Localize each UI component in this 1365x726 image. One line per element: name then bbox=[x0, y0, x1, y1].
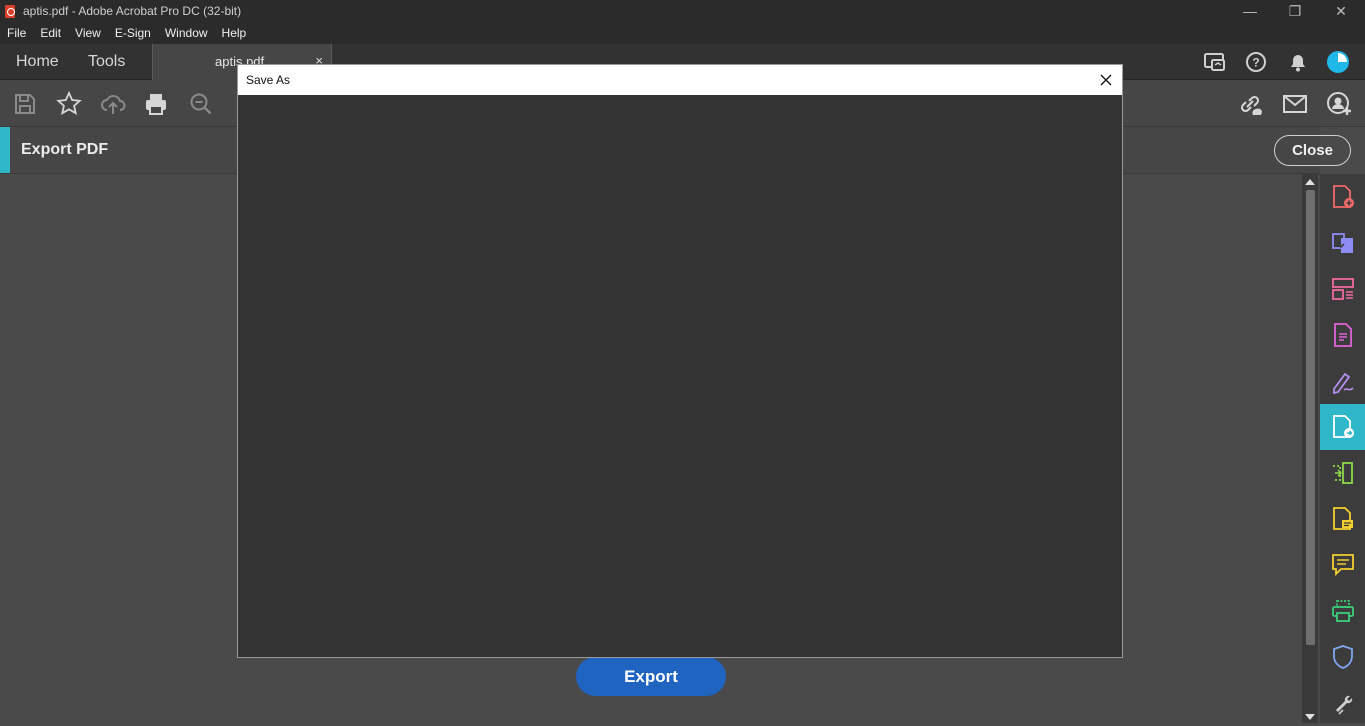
star-icon[interactable] bbox=[56, 91, 82, 117]
close-tool-button[interactable]: Close bbox=[1274, 135, 1351, 166]
menu-window[interactable]: Window bbox=[165, 26, 208, 40]
menu-esign[interactable]: E-Sign bbox=[115, 26, 151, 40]
restore-button[interactable]: ❐ bbox=[1272, 0, 1318, 22]
menu-view[interactable]: View bbox=[75, 26, 101, 40]
upload-cloud-icon[interactable] bbox=[100, 91, 126, 117]
title-bar: aptis.pdf - Adobe Acrobat Pro DC (32-bit… bbox=[0, 0, 1365, 22]
tab-home[interactable]: Home bbox=[16, 44, 59, 80]
tools-wrench-icon[interactable] bbox=[1320, 680, 1365, 726]
export-pdf-title: Export PDF bbox=[21, 141, 109, 158]
accent-bar bbox=[0, 127, 10, 173]
dialog-close-icon[interactable] bbox=[1095, 69, 1117, 91]
link-icon[interactable] bbox=[1237, 91, 1263, 117]
dialog-title: Save As bbox=[246, 73, 291, 87]
print-icon[interactable] bbox=[143, 91, 169, 117]
create-pdf-icon[interactable] bbox=[1320, 174, 1365, 220]
avatar[interactable] bbox=[1325, 50, 1351, 74]
add-user-icon[interactable] bbox=[1326, 91, 1352, 117]
menu-file[interactable]: File bbox=[7, 26, 26, 40]
menu-edit[interactable]: Edit bbox=[40, 26, 61, 40]
export-pdf-icon[interactable] bbox=[1320, 404, 1365, 450]
edit-pdf-icon[interactable] bbox=[1320, 312, 1365, 358]
bell-icon[interactable] bbox=[1285, 50, 1311, 74]
help-icon[interactable]: ? bbox=[1243, 50, 1269, 74]
share-screen-icon[interactable] bbox=[1202, 50, 1228, 74]
zoom-icon[interactable] bbox=[188, 91, 214, 117]
menu-bar: File Edit View E-Sign Window Help bbox=[0, 22, 1365, 44]
save-icon[interactable] bbox=[12, 91, 38, 117]
tab-tools[interactable]: Tools bbox=[88, 44, 125, 80]
mail-icon[interactable] bbox=[1282, 91, 1308, 117]
protect-icon[interactable] bbox=[1320, 634, 1365, 680]
menu-help[interactable]: Help bbox=[222, 26, 247, 40]
svg-text:?: ? bbox=[1252, 56, 1259, 70]
combine-files-icon[interactable] bbox=[1320, 220, 1365, 266]
comment-file-icon[interactable] bbox=[1320, 496, 1365, 542]
minimize-button[interactable]: — bbox=[1227, 0, 1273, 22]
window-title: aptis.pdf - Adobe Acrobat Pro DC (32-bit… bbox=[23, 4, 242, 18]
scroll-down-icon[interactable] bbox=[1305, 714, 1315, 720]
dialog-title-bar: Save As bbox=[238, 65, 1122, 95]
organize-pages-icon[interactable] bbox=[1320, 266, 1365, 312]
comment-icon[interactable] bbox=[1320, 542, 1365, 588]
vertical-scrollbar[interactable] bbox=[1302, 174, 1318, 723]
print-production-icon[interactable] bbox=[1320, 588, 1365, 634]
scroll-thumb[interactable] bbox=[1306, 190, 1315, 645]
window-close-button[interactable]: ✕ bbox=[1318, 0, 1364, 22]
fill-sign-icon[interactable] bbox=[1320, 358, 1365, 404]
acrobat-app-icon bbox=[5, 4, 15, 18]
export-button[interactable]: Export bbox=[576, 657, 726, 696]
tools-rail bbox=[1320, 174, 1365, 723]
scroll-up-icon[interactable] bbox=[1305, 179, 1315, 185]
scan-ocr-icon[interactable] bbox=[1320, 450, 1365, 496]
save-as-dialog: Save As bbox=[237, 64, 1123, 658]
